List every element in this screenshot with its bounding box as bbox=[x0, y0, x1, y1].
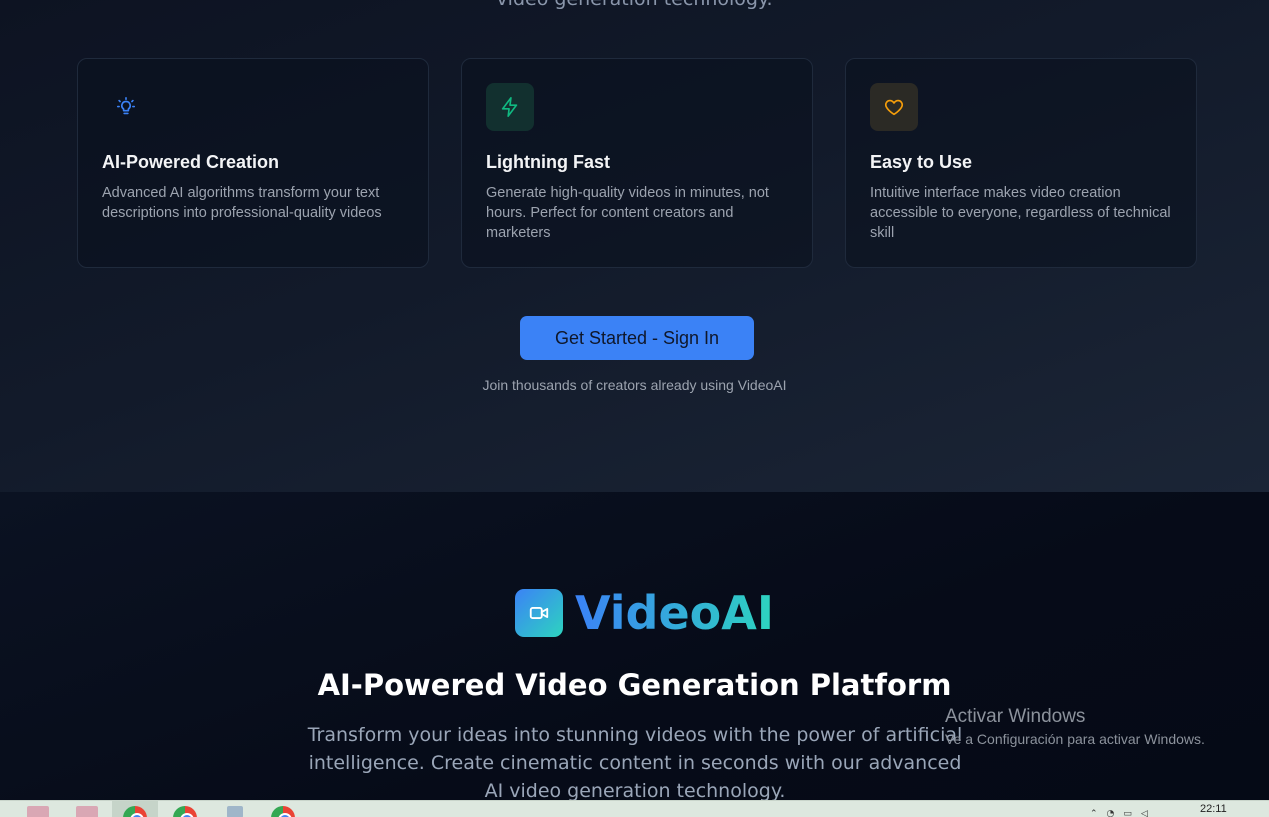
feature-title: Lightning Fast bbox=[486, 152, 610, 172]
app-icon bbox=[76, 806, 98, 817]
file-explorer-icon bbox=[227, 806, 243, 817]
feature-description: Generate high-quality videos in minutes,… bbox=[486, 185, 769, 241]
taskbar-chrome-3[interactable] bbox=[270, 806, 296, 817]
volume-icon[interactable]: ◁ bbox=[1141, 809, 1148, 817]
watermark-title: Activar Windows bbox=[945, 706, 1086, 727]
taskbar-app-2[interactable] bbox=[74, 806, 100, 817]
taskbar-file-app[interactable] bbox=[222, 806, 248, 817]
lightning-icon bbox=[486, 83, 534, 131]
heart-icon bbox=[870, 83, 918, 131]
chrome-icon bbox=[123, 806, 147, 817]
windows-activation-watermark: Activar Windows Ve a Configuración para … bbox=[945, 706, 1205, 747]
lightbulb-icon bbox=[102, 83, 150, 131]
section-subtitle-cut: video generation technology. bbox=[0, 0, 1269, 10]
windows-taskbar: ⌃ ◔ ▭ ◁ 22:11 bbox=[0, 800, 1269, 817]
feature-card-ai-powered: AI-Powered Creation Advanced AI algorith… bbox=[77, 58, 429, 268]
feature-title: Easy to Use bbox=[870, 152, 973, 172]
hero-description: Transform your ideas into stunning video… bbox=[307, 724, 963, 800]
hero-section: VideoAI AI-Powered Video Generation Plat… bbox=[0, 492, 1269, 800]
network-icon[interactable]: ◔ bbox=[1107, 809, 1115, 817]
get-started-sign-in-button[interactable]: Get Started - Sign In bbox=[520, 316, 754, 360]
chrome-icon bbox=[271, 806, 295, 817]
taskbar-app-1[interactable] bbox=[25, 806, 51, 817]
feature-card-lightning-fast: Lightning Fast Generate high-quality vid… bbox=[461, 58, 813, 268]
features-section: video generation technology. AI-Powered … bbox=[0, 0, 1269, 492]
chevron-up-icon[interactable]: ⌃ bbox=[1090, 809, 1098, 817]
logo[interactable]: VideoAI bbox=[515, 589, 774, 637]
watermark-subtitle: Ve a Configuración para activar Windows. bbox=[945, 731, 1205, 747]
hero-title: AI-Powered Video Generation Platform bbox=[317, 668, 952, 702]
battery-icon[interactable]: ▭ bbox=[1123, 809, 1132, 817]
feature-title: AI-Powered Creation bbox=[102, 152, 280, 172]
feature-description: Advanced AI algorithms transform your te… bbox=[102, 185, 382, 221]
cta-subtext: Join thousands of creators already using… bbox=[482, 377, 787, 393]
app-icon bbox=[27, 806, 49, 817]
system-tray[interactable]: ⌃ ◔ ▭ ◁ bbox=[1090, 809, 1148, 817]
clock-time[interactable]: 22:11 bbox=[1200, 803, 1227, 815]
feature-description: Intuitive interface makes video creation… bbox=[870, 185, 1171, 241]
logo-text: VideoAI bbox=[575, 586, 775, 640]
feature-card-easy-to-use: Easy to Use Intuitive interface makes vi… bbox=[845, 58, 1197, 268]
chrome-icon bbox=[173, 806, 197, 817]
taskbar-chrome-active[interactable] bbox=[112, 801, 158, 817]
taskbar-chrome-2[interactable] bbox=[172, 806, 198, 817]
video-camera-icon bbox=[515, 589, 563, 637]
